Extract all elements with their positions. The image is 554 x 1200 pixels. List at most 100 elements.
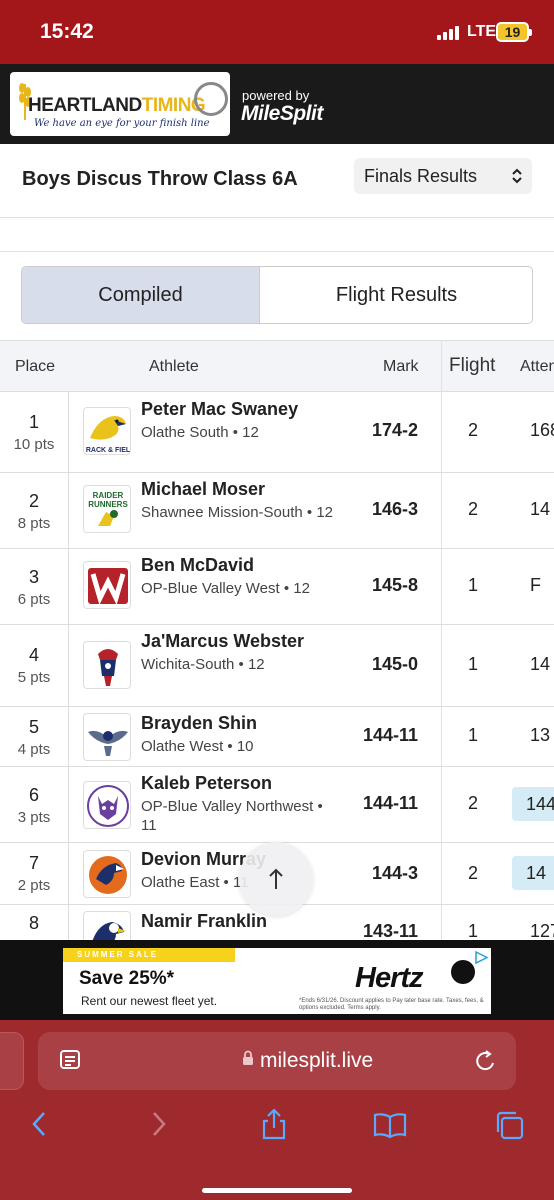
place-cell: 1 10 pts [13,412,55,453]
athlete-name-link[interactable]: Brayden Shin [141,711,341,735]
column-divider [441,340,442,940]
share-icon[interactable] [260,1108,288,1140]
url-text: milesplit.live [260,1049,374,1072]
athlete-name-link[interactable]: Ja'Marcus Webster [141,629,341,653]
athlete-cell: Kaleb Peterson OP-Blue Valley Northwest •… [141,771,341,835]
flight-cell: 1 [467,575,478,595]
attempt-cell-best: 144 [512,787,554,821]
athlete-cell: Michael Moser Shawnee Mission-South • 12 [141,477,341,522]
place-cell: 36 pts [17,567,51,608]
athlete-cell: Ben McDavid OP-Blue Valley West • 12 [141,553,341,598]
reload-icon[interactable] [475,1049,497,1073]
stopwatch-icon [194,82,228,116]
header-place[interactable]: Place [15,358,55,376]
ad-fine-print: *Ends 6/31/26. Discount applies to Pay l… [299,998,484,1011]
mark-cell: 144-11 [362,793,418,813]
title-row: Boys Discus Throw Class 6A Finals Result… [0,144,554,218]
tab-compiled[interactable]: Compiled [22,267,259,323]
team-logo-blue-valley-west [83,561,131,609]
site-header: HEARTLANDTIMING We have an eye for your … [0,64,554,144]
table-row[interactable]: 36 pts Ben McDavid OP-Blue Valley West • … [0,549,554,625]
tabs-icon[interactable] [494,1110,524,1140]
athlete-name-link[interactable]: Peter Mac Swaney [141,397,341,421]
place-cell: 45 pts [17,645,51,686]
status-bar: 15:42 LTE 19 [0,0,554,64]
ad-headline: Save 25%* [79,968,175,989]
place-cell: 63 pts [17,785,51,826]
flight-cell: 1 [467,654,478,674]
mark-cell: 144-11 [362,725,418,745]
athlete-cell: Namir Franklin [141,909,341,935]
table-row[interactable]: 1 10 pts RACK & FIEL Peter Mac Swaney Olat… [0,392,554,473]
attempt-cell-best: 14 [512,856,554,890]
team-logo-raider-runners: RAIDER RUNNERS [83,485,131,533]
svg-text:RACK & FIEL: RACK & FIEL [86,447,131,454]
athlete-team: OP-Blue Valley Northwest • 11 [141,798,323,834]
flight-cell: 1 [467,725,478,745]
mark-cell: 144-3 [371,863,418,883]
athlete-cell: Brayden Shin Olathe West • 10 [141,711,341,756]
mark-cell: 145-8 [371,575,418,595]
svg-text:RUNNERS: RUNNERS [88,500,128,509]
athlete-name-link[interactable]: Namir Franklin [141,909,341,933]
header-athlete[interactable]: Athlete [149,358,199,376]
team-logo-olathe-east [83,850,131,898]
milesplit-logo[interactable]: MileSplit [241,102,323,126]
table-row[interactable]: 63 pts Kaleb Peterson OP-Blue Valley Nort… [0,767,554,843]
page-title: Boys Discus Throw Class 6A [22,168,298,190]
back-icon[interactable] [30,1110,48,1138]
results-tabs: Compiled Flight Results [21,266,533,324]
results-select-value: Finals Results [364,166,478,186]
athlete-name-link[interactable]: Michael Moser [141,477,341,501]
athlete-cell: Peter Mac Swaney Olathe South • 12 [141,397,341,442]
attempt-cell: 14 [530,654,551,674]
network-label: LTE [467,23,497,40]
previous-tab-preview[interactable] [0,1032,24,1090]
place-cell: 28 pts [17,491,51,532]
team-logo-eagle [83,911,131,940]
scroll-to-top-button[interactable] [239,842,313,916]
signal-icon [437,26,463,40]
logo-tagline: We have an eye for your finish line [34,118,210,129]
results-select[interactable]: Finals Results [354,158,532,194]
battery-icon: 19 [496,22,532,42]
athlete-team: Olathe West • 10 [141,738,254,755]
ad-strip: SUMMER SALE [63,948,235,962]
athlete-cell: Ja'Marcus Webster Wichita-South • 12 [141,629,341,674]
athlete-team: Shawnee Mission-South • 12 [141,504,334,521]
reader-icon[interactable] [60,1050,82,1070]
table-row[interactable]: 54 pts Brayden Shin Olathe West • 10 144-… [0,707,554,767]
lock-icon [243,1050,253,1065]
heartland-timing-logo[interactable]: HEARTLANDTIMING We have an eye for your … [10,72,230,136]
header-mark[interactable]: Mark [383,358,419,376]
team-logo-blue-valley-northwest [83,781,131,829]
attempt-cell: 127 [530,921,554,940]
attempt-cell: F [530,575,541,595]
team-logo-wichita-south [83,641,131,689]
athlete-name-link[interactable]: Kaleb Peterson [141,771,341,795]
bookmarks-icon[interactable] [373,1112,407,1138]
place-cell: 8 [28,913,39,933]
mark-cell: 145-0 [371,654,418,674]
arrow-up-icon [269,868,283,889]
table-row[interactable]: 45 pts Ja'Marcus Webster Wichita-South • … [0,625,554,707]
header-attempts[interactable]: Atten [520,358,554,376]
svg-text:RAIDER: RAIDER [93,491,124,500]
athlete-team: Wichita-South • 12 [141,656,265,673]
team-logo-olathe-south: RACK & FIEL [83,407,131,455]
divider-row [0,218,554,252]
hertz-ad[interactable]: SUMMER SALE Save 25%* Rent our newest fl… [63,948,491,1014]
forward-icon[interactable] [150,1110,168,1138]
ad-subtext: Rent our newest fleet yet. [81,994,218,1008]
status-time: 15:42 [40,20,94,43]
tab-flight-results[interactable]: Flight Results [259,267,532,323]
flight-cell: 2 [467,499,478,519]
athlete-team: OP-Blue Valley West • 12 [141,580,310,597]
header-flight[interactable]: Flight [449,355,495,377]
ad-choices-icon[interactable] [474,950,489,965]
table-row[interactable]: 28 pts RAIDER RUNNERS Michael Moser Shawne… [0,473,554,549]
athlete-name-link[interactable]: Ben McDavid [141,553,341,577]
team-logo-olathe-west [83,713,131,761]
mark-cell: 143-11 [362,921,418,940]
address-bar[interactable]: milesplit.live [38,1032,516,1090]
